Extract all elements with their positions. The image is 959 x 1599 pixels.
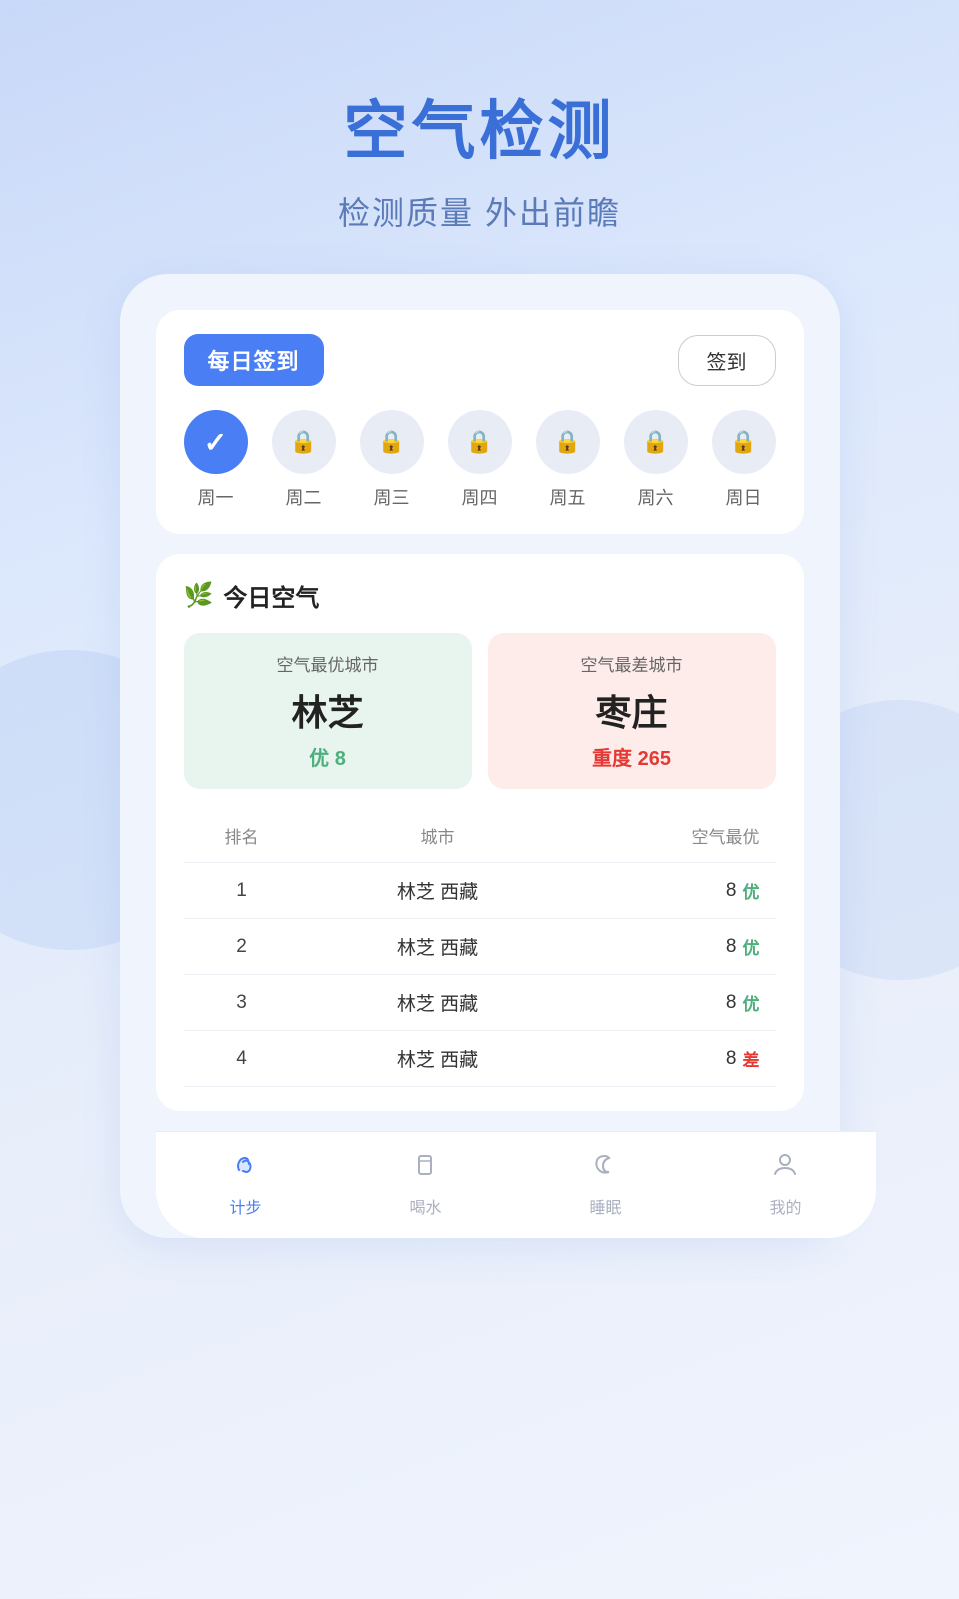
day-label-monday: 周一	[198, 484, 234, 510]
air-cards-row: 空气最优城市 林芝 优 8 空气最差城市 枣庄 重度 265	[184, 633, 776, 789]
day-circle-thursday: 🔒	[448, 410, 512, 474]
quality-num-4: 8	[726, 1048, 737, 1070]
check-icon: ✓	[204, 426, 227, 459]
checkin-button[interactable]: 签到	[678, 335, 776, 386]
profile-icon	[769, 1148, 801, 1188]
lock-icon-sun: 🔒	[730, 429, 757, 455]
nav-item-sleep[interactable]: 睡眠	[589, 1148, 621, 1218]
day-label-tuesday: 周二	[286, 484, 322, 510]
nav-label-profile: 我的	[769, 1194, 801, 1218]
air-section-title: 今日空气	[223, 578, 319, 613]
air-section-header: 🌿 今日空气	[184, 578, 776, 613]
table-row: 4 林芝 西藏 8 差	[184, 1030, 776, 1087]
quality-num-3: 8	[726, 992, 737, 1014]
lock-icon-fri: 🔒	[554, 429, 581, 455]
worst-city-name: 枣庄	[508, 684, 756, 736]
app-title: 空气检测	[338, 80, 621, 172]
col-city-label: 城市	[284, 823, 592, 848]
nav-label-water: 喝水	[409, 1194, 441, 1218]
app-subtitle: 检测质量 外出前瞻	[338, 188, 621, 234]
worst-city-label: 空气最差城市	[508, 651, 756, 676]
nav-label-steps: 计步	[229, 1194, 261, 1218]
city-name-2: 林芝 西藏	[284, 933, 592, 960]
rank-num-2: 2	[200, 936, 284, 958]
rank-num-3: 3	[200, 992, 284, 1014]
day-circle-wednesday: 🔒	[360, 410, 424, 474]
table-row: 3 林芝 西藏 8 优	[184, 974, 776, 1030]
water-icon	[409, 1148, 441, 1188]
best-city-label: 空气最优城市	[204, 651, 452, 676]
lock-icon-wed: 🔒	[378, 429, 405, 455]
lock-icon-thu: 🔒	[466, 429, 493, 455]
day-item-sunday: 🔒 周日	[712, 410, 776, 510]
lock-icon-tue: 🔒	[290, 429, 317, 455]
day-circle-friday: 🔒	[536, 410, 600, 474]
quality-val-3: 8 优	[592, 990, 760, 1015]
table-row: 2 林芝 西藏 8 优	[184, 918, 776, 974]
day-label-sunday: 周日	[726, 484, 762, 510]
bottom-nav: 计步 喝水 睡眠	[156, 1131, 876, 1238]
air-leaf-icon: 🌿	[184, 581, 214, 610]
lock-icon-sat: 🔒	[642, 429, 669, 455]
best-city-value: 优 8	[204, 742, 452, 771]
best-city-name: 林芝	[204, 684, 452, 736]
worst-city-value: 重度 265	[508, 742, 756, 771]
quality-badge-2: 优	[743, 934, 760, 959]
quality-val-1: 8 优	[592, 878, 760, 903]
day-item-tuesday: 🔒 周二	[272, 410, 336, 510]
nav-label-sleep: 睡眠	[589, 1194, 621, 1218]
best-city-card: 空气最优城市 林芝 优 8	[184, 633, 472, 789]
worst-city-card: 空气最差城市 枣庄 重度 265	[488, 633, 776, 789]
day-item-saturday: 🔒 周六	[624, 410, 688, 510]
day-label-wednesday: 周三	[374, 484, 410, 510]
sleep-icon	[589, 1148, 621, 1188]
day-circle-monday: ✓	[184, 410, 248, 474]
ranking-table: 排名 城市 空气最优 1 林芝 西藏 8 优 2 林芝 西藏 8 优	[184, 813, 776, 1087]
checkin-title: 每日签到	[184, 334, 324, 386]
city-name-1: 林芝 西藏	[284, 877, 592, 904]
col-quality-label: 空气最优	[592, 823, 760, 848]
phone-card: 每日签到 签到 ✓ 周一 🔒 周二 🔒 周三	[120, 274, 840, 1238]
day-circle-sunday: 🔒	[712, 410, 776, 474]
city-name-4: 林芝 西藏	[284, 1045, 592, 1072]
nav-item-water[interactable]: 喝水	[409, 1148, 441, 1218]
rank-num-4: 4	[200, 1048, 284, 1070]
days-row: ✓ 周一 🔒 周二 🔒 周三 🔒 周四	[184, 410, 776, 510]
quality-num-2: 8	[726, 936, 737, 958]
day-circle-saturday: 🔒	[624, 410, 688, 474]
day-label-friday: 周五	[550, 484, 586, 510]
quality-val-2: 8 优	[592, 934, 760, 959]
day-item-monday: ✓ 周一	[184, 410, 248, 510]
nav-item-profile[interactable]: 我的	[769, 1148, 801, 1218]
rank-num-1: 1	[200, 880, 284, 902]
day-circle-tuesday: 🔒	[272, 410, 336, 474]
app-header: 空气检测 检测质量 外出前瞻	[338, 80, 621, 234]
ranking-table-header: 排名 城市 空气最优	[184, 813, 776, 858]
checkin-header: 每日签到 签到	[184, 334, 776, 386]
day-label-thursday: 周四	[462, 484, 498, 510]
nav-item-steps[interactable]: 计步	[229, 1148, 261, 1218]
city-name-3: 林芝 西藏	[284, 989, 592, 1016]
checkin-section: 每日签到 签到 ✓ 周一 🔒 周二 🔒 周三	[156, 310, 804, 534]
day-item-thursday: 🔒 周四	[448, 410, 512, 510]
col-rank-label: 排名	[200, 823, 284, 848]
quality-badge-4: 差	[743, 1046, 760, 1071]
quality-badge-1: 优	[743, 878, 760, 903]
quality-val-4: 8 差	[592, 1046, 760, 1071]
quality-num-1: 8	[726, 880, 737, 902]
day-label-saturday: 周六	[638, 484, 674, 510]
quality-badge-3: 优	[743, 990, 760, 1015]
day-item-wednesday: 🔒 周三	[360, 410, 424, 510]
steps-icon	[229, 1148, 261, 1188]
day-item-friday: 🔒 周五	[536, 410, 600, 510]
table-row: 1 林芝 西藏 8 优	[184, 862, 776, 918]
air-section: 🌿 今日空气 空气最优城市 林芝 优 8 空气最差城市 枣庄 重度 265 排名…	[156, 554, 804, 1111]
